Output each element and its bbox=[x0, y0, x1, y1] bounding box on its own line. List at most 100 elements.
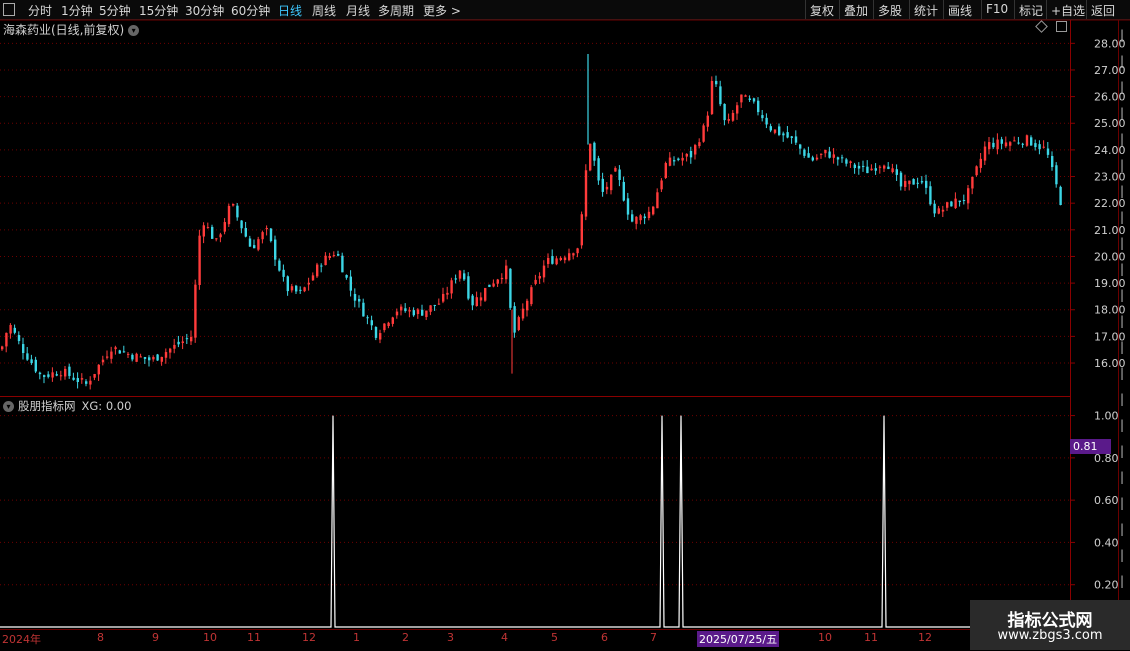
candle-body bbox=[593, 142, 596, 161]
candle-body bbox=[925, 180, 928, 188]
candle-body bbox=[769, 126, 772, 131]
candle-body bbox=[496, 279, 499, 284]
panel-glyph: | bbox=[1120, 184, 1125, 198]
panel-glyph: | bbox=[1120, 366, 1125, 380]
candle-body bbox=[421, 309, 424, 316]
candle-body bbox=[521, 308, 525, 319]
panel-glyph: | bbox=[1120, 340, 1125, 354]
candle-body bbox=[698, 142, 701, 147]
candle-body bbox=[782, 133, 785, 136]
panel-glyph: | bbox=[1120, 314, 1125, 328]
candle-body bbox=[845, 159, 848, 164]
panel-glyph: | bbox=[1120, 522, 1125, 536]
candle-body bbox=[34, 359, 37, 372]
candle-body bbox=[492, 283, 495, 287]
candle-body bbox=[173, 344, 176, 349]
indicator-tick-label: 0.40 bbox=[1094, 536, 1119, 549]
candle-body bbox=[257, 239, 260, 250]
date-tick-label: 6 bbox=[601, 631, 608, 644]
candle-body bbox=[362, 302, 365, 317]
panel-glyph: | bbox=[1120, 158, 1125, 172]
cursor-value-label: 0.81 bbox=[1070, 439, 1111, 454]
candle-body bbox=[895, 169, 898, 175]
candle-body bbox=[110, 351, 113, 359]
right-panel-strip: | | | | | | | | | | | | | | | | | | | | | | bbox=[1120, 20, 1130, 630]
chevron-down-icon[interactable]: ▾ bbox=[3, 401, 14, 412]
candle-body bbox=[731, 112, 735, 121]
candle-body bbox=[244, 227, 247, 237]
candle-body bbox=[568, 253, 571, 261]
candle-body bbox=[127, 353, 130, 355]
candle-body bbox=[72, 377, 75, 380]
candle-body bbox=[1021, 143, 1024, 145]
candle-body bbox=[1009, 142, 1012, 146]
candle-body bbox=[1046, 148, 1050, 155]
candle-body bbox=[194, 284, 197, 338]
candle-body bbox=[349, 276, 352, 291]
candle-body bbox=[740, 94, 743, 103]
candle-body bbox=[5, 332, 8, 347]
candle-body bbox=[265, 227, 268, 230]
indicator-name: 股朋指标网 bbox=[18, 399, 76, 413]
candle-body bbox=[660, 180, 663, 190]
candle-body bbox=[437, 303, 441, 305]
date-tick-label: 10 bbox=[203, 631, 217, 644]
candle-body bbox=[547, 257, 550, 264]
candle-body bbox=[824, 149, 827, 154]
candle-body bbox=[652, 206, 655, 215]
price-chart[interactable]: 28.0027.0026.0025.0024.0023.0022.0021.00… bbox=[0, 0, 1130, 630]
candle-body bbox=[908, 180, 911, 185]
candle-body bbox=[320, 265, 323, 267]
candle-body bbox=[941, 209, 945, 212]
candle-body bbox=[17, 335, 21, 342]
candle-body bbox=[341, 255, 344, 273]
candle-body bbox=[988, 142, 991, 150]
candle-body bbox=[517, 317, 520, 330]
candle-body bbox=[765, 117, 768, 125]
candle-body bbox=[51, 372, 54, 378]
candle-body bbox=[408, 310, 411, 312]
candle-body bbox=[143, 357, 147, 359]
date-tick-label: 3 bbox=[447, 631, 454, 644]
chevron-down-icon[interactable]: ▾ bbox=[128, 25, 140, 36]
candle-body bbox=[849, 161, 852, 163]
candle-body bbox=[68, 366, 71, 376]
date-tick-label: 5 bbox=[551, 631, 558, 644]
candle-body bbox=[1, 346, 4, 350]
indicator-tick-label: 0.60 bbox=[1094, 494, 1119, 507]
panel-glyph: | bbox=[1120, 236, 1125, 250]
candle-body bbox=[580, 214, 583, 246]
date-tick-label: 10 bbox=[818, 631, 832, 644]
candle-body bbox=[274, 239, 277, 260]
candle-body bbox=[786, 132, 789, 138]
candle-body bbox=[689, 150, 693, 158]
candle-body bbox=[631, 214, 634, 222]
square-icon[interactable] bbox=[1056, 21, 1067, 32]
date-tick-label: 9 bbox=[152, 631, 159, 644]
candle-body bbox=[190, 336, 193, 342]
candle-body bbox=[261, 232, 264, 240]
candle-body bbox=[891, 168, 894, 173]
candle-body bbox=[639, 215, 642, 221]
candle-body bbox=[1025, 135, 1029, 146]
candle-body bbox=[463, 273, 466, 280]
candle-body bbox=[1000, 139, 1003, 144]
candle-body bbox=[807, 153, 810, 158]
candle-body bbox=[488, 284, 491, 287]
candle-body bbox=[59, 375, 63, 377]
candle-body bbox=[996, 139, 999, 150]
candle-body bbox=[122, 351, 126, 353]
candle-body bbox=[937, 208, 940, 214]
candle-body bbox=[1051, 156, 1054, 168]
date-tick-label: 7 bbox=[650, 631, 657, 644]
candle-body bbox=[316, 264, 319, 277]
candle-body bbox=[967, 188, 970, 204]
candle-body bbox=[253, 245, 256, 249]
panel-glyph: | bbox=[1120, 392, 1125, 406]
candle-body bbox=[43, 375, 46, 377]
candle-body bbox=[152, 357, 155, 360]
candle-body bbox=[702, 125, 705, 142]
candle-body bbox=[526, 300, 529, 311]
candle-body bbox=[13, 327, 16, 333]
candle-body bbox=[290, 286, 294, 291]
